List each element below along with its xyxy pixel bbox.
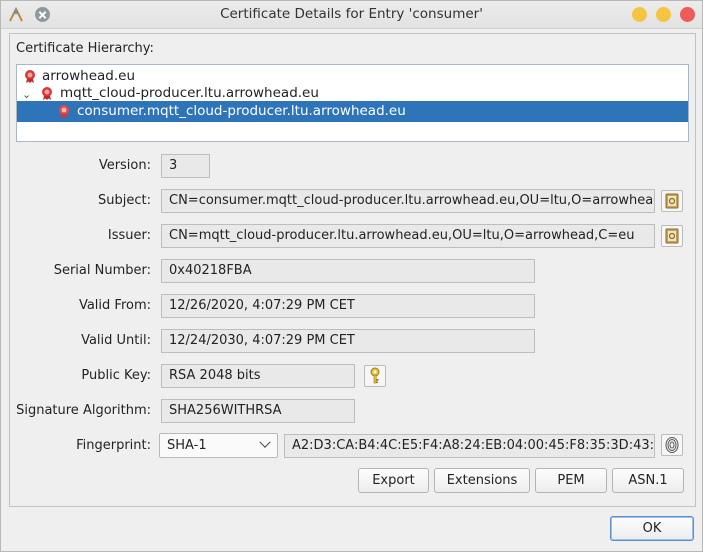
export-button[interactable]: Export <box>358 468 429 493</box>
certificate-rosette-icon <box>25 70 35 83</box>
valid-until-label: Valid Until: <box>81 333 151 348</box>
tree-item-intermediate[interactable]: ⌄ mqtt_cloud-producer.ltu.arrowhead.eu <box>17 83 688 103</box>
pem-button[interactable]: PEM <box>535 468 607 493</box>
certificate-rosette-icon <box>59 105 69 118</box>
certificate-hierarchy-tree[interactable]: arrowhead.eu ⌄ mqtt_cloud-producer.ltu.a… <box>16 64 689 142</box>
minimize-button[interactable] <box>632 7 647 22</box>
tree-item-label: mqtt_cloud-producer.ltu.arrowhead.eu <box>60 85 319 101</box>
certificate-rosette-icon <box>42 87 52 100</box>
valid-until-field[interactable]: 12/24/2030, 4:07:29 PM CET <box>161 329 535 353</box>
signature-algorithm-field[interactable]: SHA256WITHRSA <box>161 399 355 423</box>
serial-number-field[interactable]: 0x40218FBA <box>161 259 535 283</box>
subject-label: Subject: <box>98 193 151 208</box>
subject-field[interactable]: CN=consumer.mqtt_cloud-producer.ltu.arro… <box>161 189 655 213</box>
public-key-field[interactable]: RSA 2048 bits <box>161 364 355 388</box>
dialog-window: Certificate Details for Entry 'consumer'… <box>0 0 703 552</box>
close-button[interactable] <box>680 7 695 22</box>
title-bar: Certificate Details for Entry 'consumer' <box>1 1 702 29</box>
hierarchy-label: Certificate Hierarchy: <box>16 41 154 56</box>
key-icon <box>370 367 380 384</box>
maximize-button[interactable] <box>656 7 671 22</box>
fingerprint-label: Fingerprint: <box>76 438 151 453</box>
tree-item-label: consumer.mqtt_cloud-producer.ltu.arrowhe… <box>77 103 406 119</box>
public-key-details-button[interactable] <box>364 365 386 387</box>
extensions-button[interactable]: Extensions <box>434 468 530 493</box>
tree-item-selected[interactable]: consumer.mqtt_cloud-producer.ltu.arrowhe… <box>17 101 688 122</box>
issuer-field[interactable]: CN=mqtt_cloud-producer.ltu.arrowhead.eu,… <box>161 224 655 248</box>
valid-from-field[interactable]: 12/26/2020, 4:07:29 PM CET <box>161 294 535 318</box>
fingerprint-icon <box>665 437 679 453</box>
asn1-button[interactable]: ASN.1 <box>612 468 684 493</box>
chevron-down-icon <box>259 436 271 448</box>
serial-label: Serial Number: <box>53 263 151 278</box>
window-title: Certificate Details for Entry 'consumer' <box>220 6 483 22</box>
public-key-label: Public Key: <box>81 368 151 383</box>
issuer-details-button[interactable] <box>661 225 683 247</box>
subject-details-button[interactable] <box>661 190 683 212</box>
signature-algorithm-label: Signature Algorithm: <box>16 403 151 418</box>
valid-from-label: Valid From: <box>78 298 151 313</box>
version-field[interactable]: 3 <box>161 154 210 178</box>
certificate-details-icon <box>665 228 679 244</box>
fingerprint-field[interactable]: A2:D3:CA:B4:4C:E5:F4:A8:24:EB:04:00:45:F… <box>284 434 655 458</box>
fingerprint-algorithm-value: SHA-1 <box>167 438 207 453</box>
copy-fingerprint-button[interactable] <box>661 434 683 456</box>
ok-button[interactable]: OK <box>610 516 694 541</box>
issuer-label: Issuer: <box>107 228 151 243</box>
certificate-details-icon <box>665 193 679 209</box>
version-label: Version: <box>98 158 151 173</box>
fingerprint-algorithm-select[interactable]: SHA-1 <box>159 433 278 458</box>
